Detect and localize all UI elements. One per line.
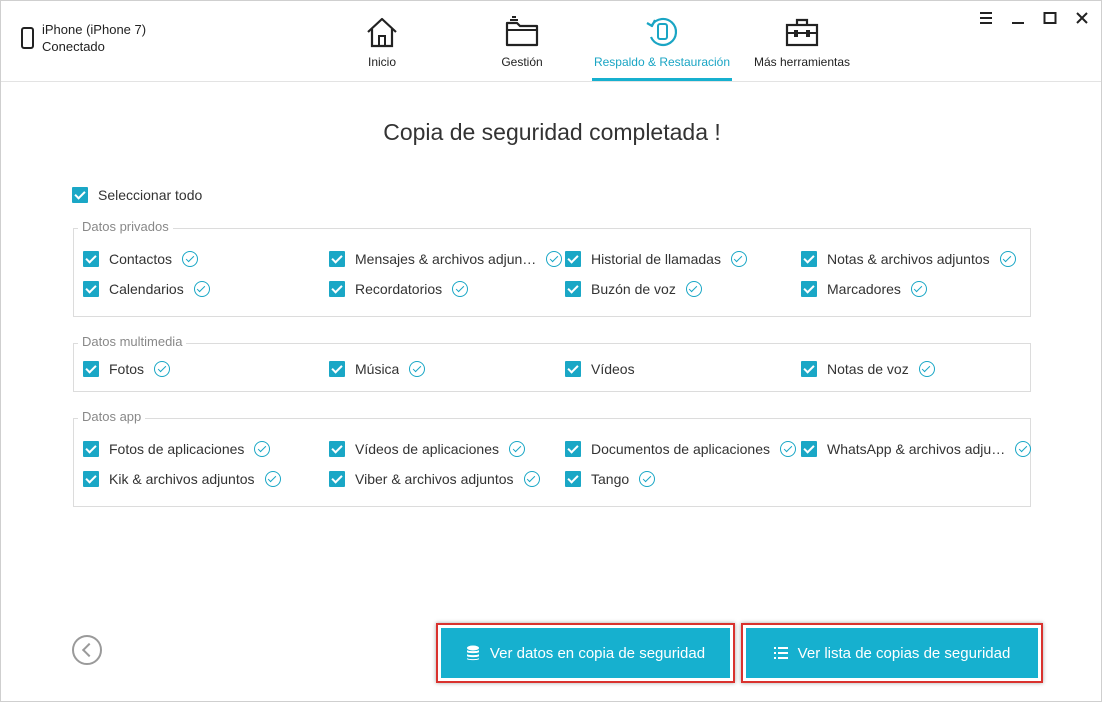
active-tab-indicator — [592, 78, 732, 81]
checkbox-checked[interactable] — [329, 471, 345, 487]
tab-inicio-label: Inicio — [367, 55, 396, 69]
tab-respaldo-label: Respaldo & Restauración — [593, 55, 731, 69]
check-circle-icon — [523, 471, 540, 487]
check-circle-icon — [1015, 441, 1032, 457]
checkbox-checked[interactable] — [801, 281, 817, 297]
item-fotos-aplicaciones[interactable]: Fotos de aplicaciones — [83, 441, 271, 457]
group-title: Datos multimedia — [78, 334, 187, 349]
select-all-checkbox[interactable]: Seleccionar todo — [72, 187, 202, 203]
device-info: iPhone (iPhone 7) Conectado — [21, 21, 146, 55]
checkbox-checked[interactable] — [83, 281, 99, 297]
checkbox-checked[interactable] — [801, 251, 817, 267]
check-circle-icon — [193, 281, 210, 297]
checkbox-checked[interactable] — [83, 251, 99, 267]
top-bar: iPhone (iPhone 7) Conectado Inicio Gesti… — [1, 1, 1101, 82]
check-circle-icon — [780, 441, 796, 457]
database-icon — [466, 645, 479, 661]
checkbox-checked[interactable] — [83, 361, 99, 377]
item-tango[interactable]: Tango — [565, 471, 656, 487]
item-buzon-voz[interactable]: Buzón de voz — [565, 281, 702, 297]
view-backup-list-label: Ver lista de copias de seguridad — [797, 644, 1011, 662]
maximize-icon[interactable] — [1041, 9, 1059, 27]
list-icon — [773, 647, 788, 659]
item-viber[interactable]: Viber & archivos adjuntos — [329, 471, 540, 487]
view-backup-list-button[interactable]: Ver lista de copias de seguridad — [746, 628, 1038, 678]
item-marcadores[interactable]: Marcadores — [801, 281, 927, 297]
checkbox-checked[interactable] — [565, 281, 581, 297]
app-window: iPhone (iPhone 7) Conectado Inicio Gesti… — [0, 0, 1102, 702]
check-circle-icon — [509, 441, 525, 457]
view-data-button-highlight: Ver datos en copia de seguridad — [436, 623, 735, 683]
item-musica[interactable]: Música — [329, 361, 426, 377]
checkbox-checked[interactable] — [83, 441, 99, 457]
back-button[interactable] — [72, 635, 102, 665]
check-circle-icon — [999, 251, 1016, 267]
tab-gestion-label: Gestión — [501, 55, 543, 69]
check-circle-icon — [452, 281, 469, 297]
close-icon[interactable] — [1073, 9, 1091, 27]
check-circle-icon — [918, 361, 935, 377]
checkbox-checked[interactable] — [329, 361, 345, 377]
view-backup-data-button[interactable]: Ver datos en copia de seguridad — [441, 628, 730, 678]
checkbox-checked[interactable] — [565, 361, 581, 377]
checkbox-checked[interactable] — [329, 441, 345, 457]
item-mensajes[interactable]: Mensajes & archivos adjun… — [329, 251, 563, 267]
check-circle-icon — [182, 251, 199, 267]
group-datos-multimedia: Datos multimedia Fotos Música Vídeos Not… — [73, 334, 1031, 392]
checkbox-checked[interactable] — [83, 471, 99, 487]
tab-mas-herramientas[interactable]: Más herramientas — [732, 15, 872, 81]
tab-mas-herramientas-label: Más herramientas — [753, 55, 851, 69]
group-title: Datos app — [78, 409, 146, 424]
checkbox-checked[interactable] — [329, 251, 345, 267]
check-circle-icon — [409, 361, 426, 377]
phone-icon — [21, 27, 34, 49]
window-controls — [977, 9, 1091, 27]
select-all-label: Seleccionar todo — [98, 187, 203, 203]
group-datos-privados: Datos privados Contactos Mensajes & arch… — [73, 219, 1031, 317]
item-calendarios[interactable]: Calendarios — [83, 281, 210, 297]
tab-respaldo-restauracion[interactable]: Respaldo & Restauración — [592, 15, 732, 81]
check-circle-icon — [264, 471, 281, 487]
toolbox-icon — [785, 18, 819, 47]
checkbox-checked[interactable] — [801, 441, 817, 457]
backup-restore-icon — [646, 17, 678, 47]
folder-icon — [505, 16, 539, 47]
home-icon — [367, 17, 397, 48]
device-status: Conectado — [42, 39, 105, 54]
device-name: iPhone (iPhone 7) — [42, 22, 147, 37]
item-notas[interactable]: Notas & archivos adjuntos — [801, 251, 1016, 267]
check-circle-icon — [546, 251, 563, 267]
checkbox-checked[interactable] — [565, 441, 581, 457]
page-title: Copia de seguridad completada ! — [383, 119, 721, 145]
view-backup-data-label: Ver datos en copia de seguridad — [489, 644, 706, 662]
minimize-icon[interactable] — [1009, 9, 1027, 27]
item-notas-voz[interactable]: Notas de voz — [801, 361, 935, 377]
check-circle-icon — [730, 251, 747, 267]
item-historial-llamadas[interactable]: Historial de llamadas — [565, 251, 747, 267]
check-circle-icon — [685, 281, 702, 297]
check-circle-icon — [910, 281, 927, 297]
item-kik[interactable]: Kik & archivos adjuntos — [83, 471, 281, 487]
menu-icon[interactable] — [977, 9, 995, 27]
item-whatsapp[interactable]: WhatsApp & archivos adju… — [801, 441, 1032, 457]
checkbox-checked[interactable] — [565, 251, 581, 267]
item-documentos-aplicaciones[interactable]: Documentos de aplicaciones — [565, 441, 796, 457]
item-recordatorios[interactable]: Recordatorios — [329, 281, 469, 297]
checkbox-checked[interactable] — [329, 281, 345, 297]
check-circle-icon — [254, 441, 271, 457]
item-fotos[interactable]: Fotos — [83, 361, 171, 377]
check-circle-icon — [639, 471, 656, 487]
item-videos[interactable]: Vídeos — [565, 361, 635, 377]
tab-inicio[interactable]: Inicio — [312, 15, 452, 81]
group-title: Datos privados — [78, 219, 173, 234]
check-circle-icon — [154, 361, 171, 377]
checkbox-checked[interactable] — [72, 187, 88, 203]
tab-gestion[interactable]: Gestión — [452, 15, 592, 81]
view-list-button-highlight: Ver lista de copias de seguridad — [741, 623, 1043, 683]
checkbox-checked[interactable] — [565, 471, 581, 487]
item-videos-aplicaciones[interactable]: Vídeos de aplicaciones — [329, 441, 525, 457]
checkbox-checked[interactable] — [801, 361, 817, 377]
item-contactos[interactable]: Contactos — [83, 251, 199, 267]
group-datos-app: Datos app Fotos de aplicaciones Vídeos d… — [73, 409, 1032, 507]
